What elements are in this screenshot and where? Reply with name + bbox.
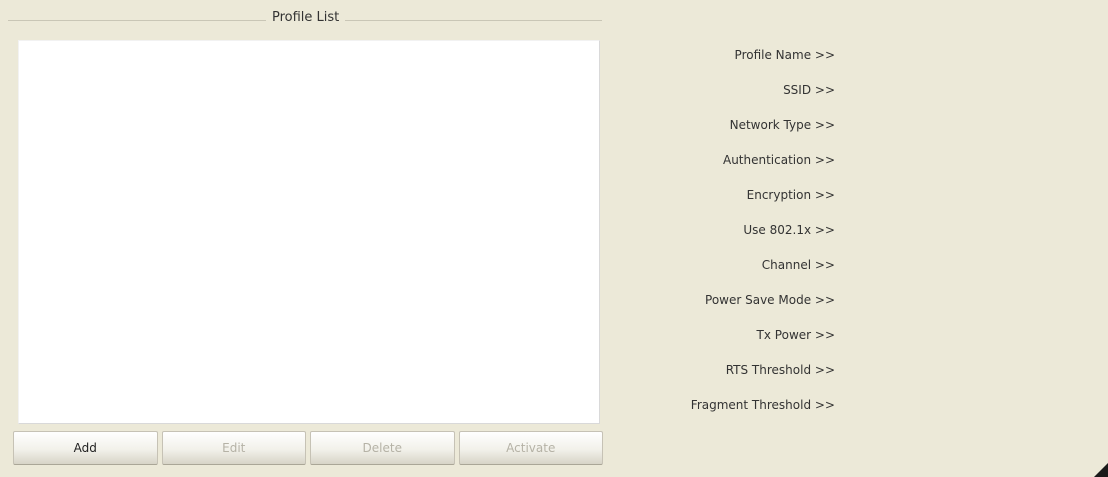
activate-button[interactable]: Activate (458, 431, 603, 465)
channel-label: Channel >> (761, 258, 835, 272)
profile-list-panel: Profile List Add Edit Delete Activate (0, 0, 610, 477)
encryption-label: Encryption >> (746, 188, 835, 202)
tx-power-label: Tx Power >> (756, 328, 835, 342)
resize-grip-icon[interactable] (1090, 459, 1108, 477)
add-button[interactable]: Add (13, 431, 158, 465)
ssid-label: SSID >> (783, 83, 835, 97)
rts-threshold-label: RTS Threshold >> (725, 363, 835, 377)
power-save-mode-label: Power Save Mode >> (705, 293, 835, 307)
profile-list-box[interactable] (18, 40, 600, 424)
profile-name-label: Profile Name >> (734, 48, 835, 62)
profile-list-groupbox: Profile List (8, 10, 602, 25)
authentication-label: Authentication >> (722, 153, 835, 167)
profile-list-buttons: Add Edit Delete Activate (13, 431, 603, 467)
fragment-threshold-label: Fragment Threshold >> (690, 398, 835, 412)
delete-button[interactable]: Delete (310, 431, 455, 465)
edit-button[interactable]: Edit (161, 431, 306, 465)
profile-list-title: Profile List (266, 10, 346, 25)
network-type-label: Network Type >> (729, 118, 835, 132)
profile-details-panel: Profile Name >> SSID >> Network Type >> … (612, 0, 1108, 477)
use-8021x-label: Use 802.1x >> (743, 223, 835, 237)
